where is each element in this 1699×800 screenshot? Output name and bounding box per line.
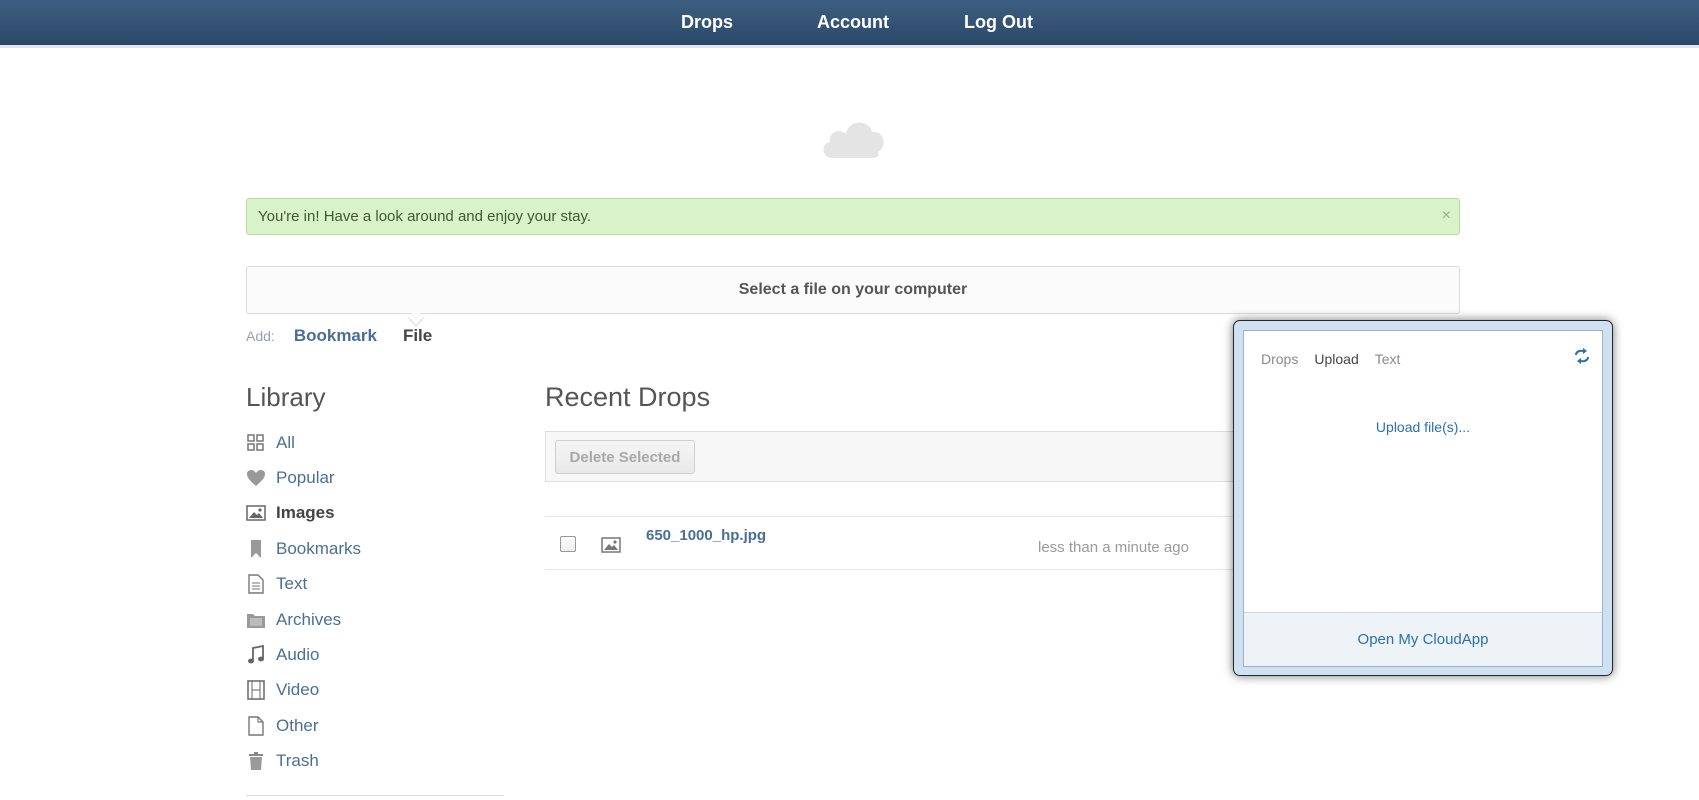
library-item-label: Other (276, 715, 319, 735)
library-item-images[interactable]: Images (246, 496, 361, 531)
library-item-all[interactable]: All (246, 425, 361, 460)
library-item-archives[interactable]: Archives (246, 602, 361, 637)
library-item-label: Text (276, 574, 308, 594)
image-icon (246, 503, 266, 523)
document-icon (246, 574, 266, 594)
library-item-label: Images (276, 503, 335, 523)
nav-drops-link[interactable]: Drops (681, 0, 733, 45)
add-bookmark-link[interactable]: Bookmark (294, 326, 377, 346)
table-row: 650_1000_hp.jpg less than a minute ago (545, 516, 1245, 570)
row-checkbox[interactable] (560, 536, 576, 552)
file-icon (246, 716, 266, 736)
library-item-trash[interactable]: Trash (246, 744, 361, 779)
nav-account-link[interactable]: Account (817, 0, 889, 45)
library-item-popular[interactable]: Popular (246, 460, 361, 495)
open-cloudapp-link[interactable]: Open My CloudApp (1358, 631, 1489, 648)
add-type-selector: Add: Bookmark File (246, 326, 432, 346)
library-item-bookmarks[interactable]: Bookmarks (246, 531, 361, 566)
library-list: All Popular Images Bookmarks Text Archiv… (246, 425, 361, 779)
popup-tabs: Drops Upload Text (1261, 351, 1416, 367)
close-icon[interactable]: × (1442, 207, 1451, 225)
grid-icon (246, 433, 266, 453)
library-item-label: All (276, 432, 295, 452)
library-item-label: Popular (276, 468, 335, 488)
library-item-audio[interactable]: Audio (246, 637, 361, 672)
top-nav-bar: Drops Account Log Out (0, 0, 1699, 48)
drop-file-link[interactable]: 650_1000_hp.jpg (646, 527, 766, 544)
upload-files-link[interactable]: Upload file(s)... (1244, 419, 1602, 435)
alert-message: You're in! Have a look around and enjoy … (258, 208, 592, 225)
popup-panel: Drops Upload Text Upload file(s)... Open… (1243, 330, 1603, 667)
library-item-text[interactable]: Text (246, 567, 361, 602)
cloud-icon (823, 122, 884, 158)
trash-icon (246, 751, 266, 771)
bookmark-icon (246, 539, 266, 559)
image-icon (601, 537, 621, 558)
add-label: Add: (246, 328, 275, 344)
cloudapp-popup-window: Drops Upload Text Upload file(s)... Open… (1233, 320, 1613, 676)
library-item-label: Audio (276, 645, 320, 665)
library-item-label: Trash (276, 751, 319, 771)
file-select-area[interactable]: Select a file on your computer (246, 266, 1460, 314)
library-item-label: Video (276, 680, 320, 700)
drop-timestamp: less than a minute ago (1038, 539, 1189, 556)
library-item-other[interactable]: Other (246, 708, 361, 743)
library-item-label: Bookmarks (276, 538, 362, 558)
refresh-icon[interactable] (1572, 347, 1592, 370)
tab-upload[interactable]: Upload (1314, 351, 1358, 367)
delete-selected-button[interactable]: Delete Selected (555, 440, 695, 474)
music-note-icon (246, 645, 266, 665)
library-item-video[interactable]: Video (246, 673, 361, 708)
welcome-alert: You're in! Have a look around and enjoy … (246, 198, 1460, 235)
add-file-link[interactable]: File (403, 326, 432, 346)
tab-text[interactable]: Text (1375, 351, 1401, 367)
library-divider (246, 795, 504, 796)
heart-icon (246, 468, 266, 488)
drops-toolbar: Delete Selected (545, 431, 1245, 482)
library-item-label: Archives (276, 609, 342, 629)
nav-logout-link[interactable]: Log Out (964, 0, 1033, 45)
archive-icon (246, 610, 266, 630)
recent-drops-title: Recent Drops (545, 382, 711, 412)
file-select-label: Select a file on your computer (738, 281, 968, 298)
tab-drops[interactable]: Drops (1261, 351, 1298, 367)
popup-footer: Open My CloudApp (1244, 612, 1602, 666)
library-title: Library (246, 382, 326, 412)
film-icon (246, 680, 266, 701)
